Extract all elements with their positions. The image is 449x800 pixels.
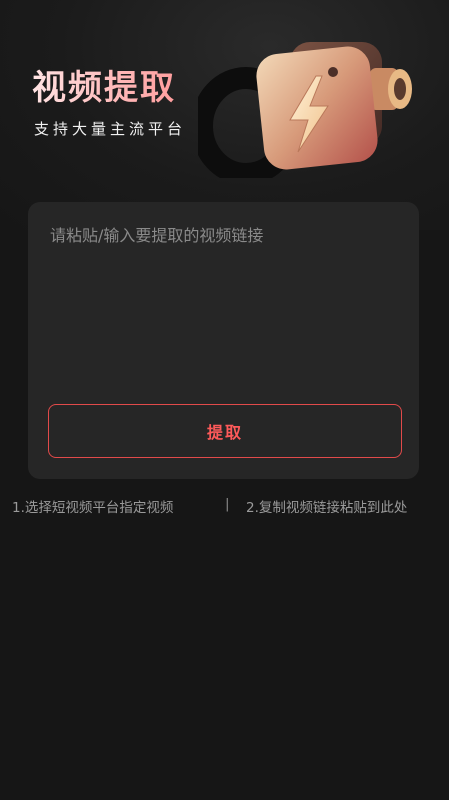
lightning-camera-icon	[198, 42, 412, 178]
page-subtitle: 支持大量主流平台	[34, 120, 187, 138]
video-link-input[interactable]	[48, 222, 402, 396]
page-title: 视频提取	[32, 60, 176, 109]
extract-card: 提取	[28, 202, 419, 479]
usage-tips: 1.选择短视频平台指定视频 | 2.复制视频链接粘贴到此处	[12, 496, 442, 520]
tip-step-2: 2.复制视频链接粘贴到此处	[246, 500, 408, 516]
tip-step-1: 1.选择短视频平台指定视频	[12, 500, 174, 516]
tip-separator: |	[225, 496, 230, 512]
header: 视频提取 支持大量主流平台	[0, 0, 449, 200]
extract-button[interactable]: 提取	[48, 404, 402, 458]
